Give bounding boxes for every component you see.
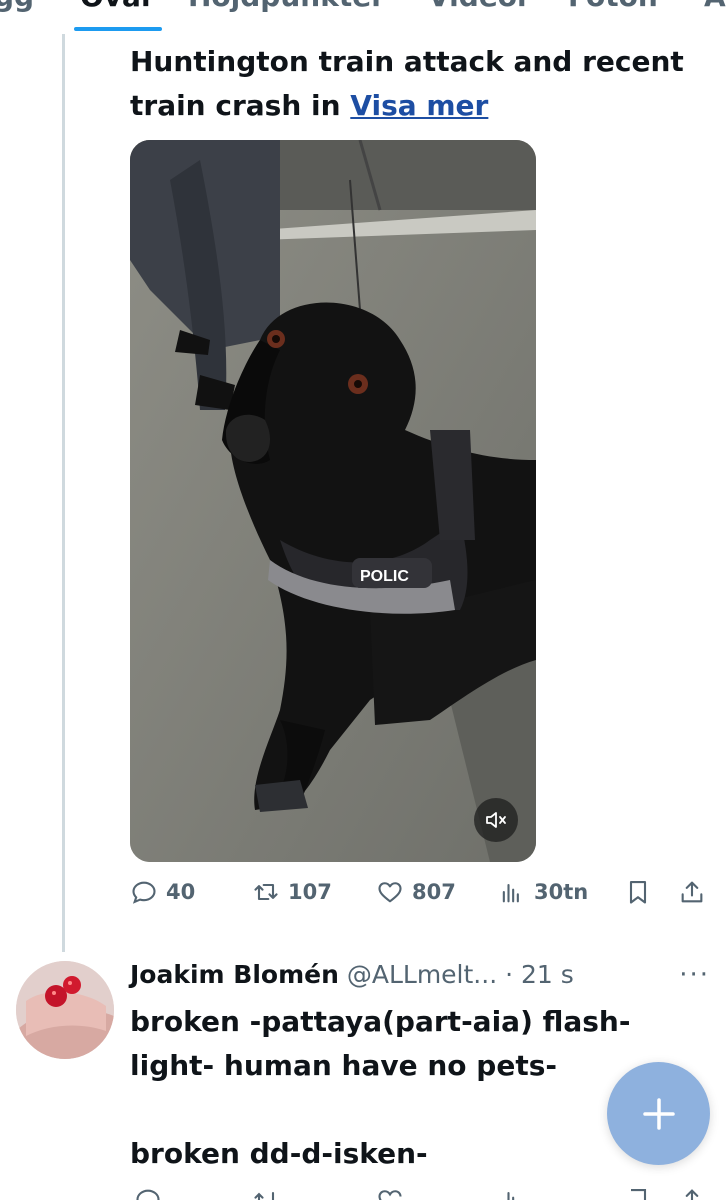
analytics-icon [502, 883, 519, 903]
video-frame-image: POLIC [130, 140, 536, 862]
reply-separator: · [505, 960, 514, 989]
reply-icon [132, 881, 156, 904]
reply-text: broken -pattaya(part-aia) flash-light- h… [130, 1000, 650, 1176]
share-icon-partial [685, 1189, 699, 1200]
heart-icon [378, 882, 402, 903]
like-count: 807 [412, 880, 456, 904]
bookmark-icon-partial [631, 1189, 647, 1200]
mute-button[interactable] [474, 798, 518, 842]
tab-2[interactable]: Höjdpunkter [188, 0, 385, 13]
profile-tabs: gg Övar Höjdpunkter Videor Foton A [0, 0, 727, 34]
reply-author-name[interactable]: Joakim Blomén [130, 960, 339, 989]
reply-header: Joakim Blomén @ALLmelt... · 21 s ··· [130, 955, 710, 995]
reply-spacer [130, 1088, 650, 1132]
repost-icon-partial [254, 1191, 275, 1200]
analytics-icon-partial [507, 1191, 515, 1200]
reply-button[interactable]: 40 [130, 878, 195, 906]
tab-1[interactable]: Övar [80, 0, 155, 13]
tab-5[interactable]: A [704, 0, 726, 13]
repost-button[interactable]: 107 [252, 878, 332, 906]
reply-line-1: broken -pattaya(part-aia) flash-light- h… [130, 1005, 631, 1082]
compose-button[interactable] [607, 1062, 710, 1165]
post-video[interactable]: POLIC [130, 140, 536, 862]
tab-4[interactable]: Foton [568, 0, 658, 13]
harness-badge-text: POLIC [360, 568, 409, 585]
share-icon [681, 881, 703, 903]
plus-icon [642, 1097, 675, 1130]
reply-author-handle[interactable]: @ALLmelt... [347, 960, 497, 989]
bookmark-button[interactable] [624, 878, 652, 906]
active-tab-indicator [74, 27, 162, 31]
avatar-image [16, 961, 114, 1059]
tab-0[interactable]: gg [0, 0, 34, 13]
like-button[interactable]: 807 [376, 878, 456, 906]
post-actions: 40 107 807 30tn [130, 878, 710, 918]
reply-line-2: broken dd-d-isken- [130, 1137, 428, 1170]
reply-timestamp[interactable]: 21 s [521, 960, 574, 989]
views-button[interactable]: 30tn [498, 878, 588, 906]
repost-icon [254, 883, 278, 901]
share-button[interactable] [678, 878, 706, 906]
tab-3[interactable]: Videor [428, 0, 531, 13]
repost-count: 107 [288, 880, 332, 904]
avatar[interactable] [16, 961, 114, 1059]
reply-count: 40 [166, 880, 196, 904]
heart-icon-partial [378, 1190, 402, 1200]
more-options-button[interactable]: ··· [679, 955, 710, 995]
thread-line [62, 34, 65, 952]
reply-icon-partial [136, 1189, 160, 1200]
reply-actions-partial [130, 1186, 710, 1200]
bookmark-icon [629, 881, 647, 904]
volume-muted-icon [486, 812, 506, 828]
post-text: Huntington train attack and recent train… [130, 40, 710, 128]
show-more-link[interactable]: Visa mer [350, 89, 488, 122]
view-count: 30tn [534, 880, 589, 904]
